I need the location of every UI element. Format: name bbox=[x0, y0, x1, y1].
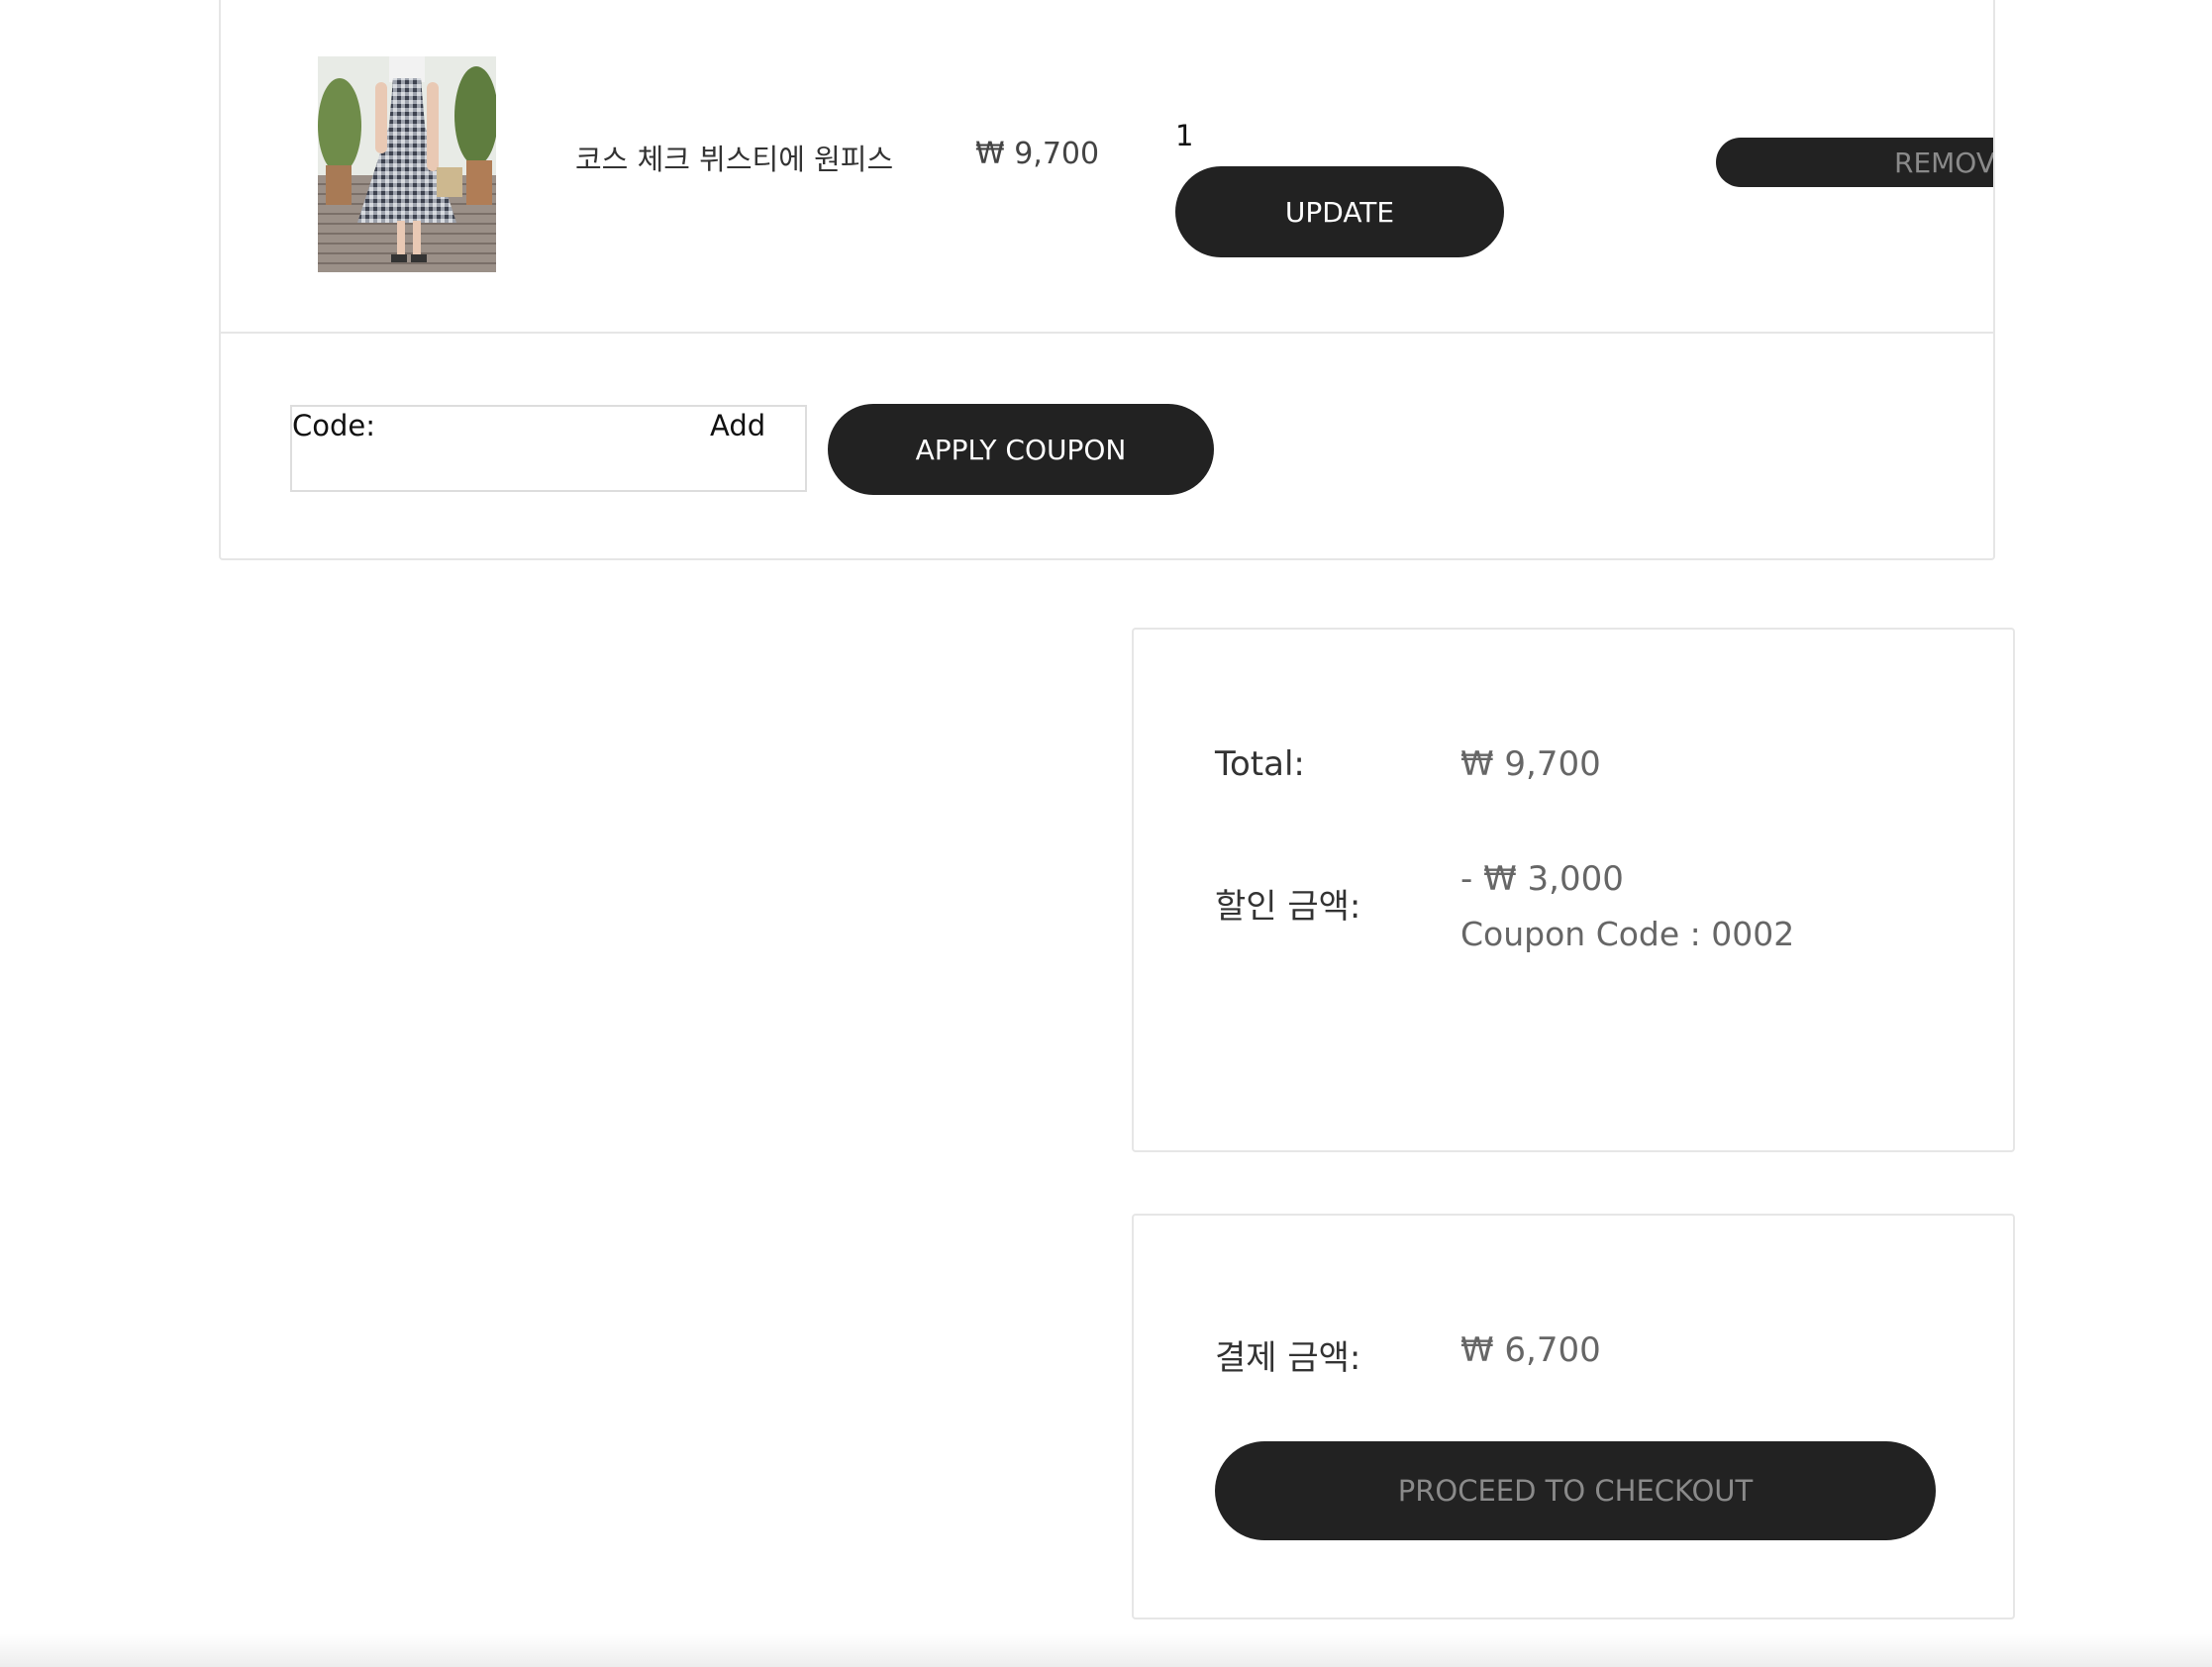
update-button[interactable]: UPDATE bbox=[1175, 166, 1504, 257]
total-value: ₩ 9,700 bbox=[1460, 744, 1601, 784]
total-label: Total: bbox=[1215, 744, 1305, 784]
remove-button[interactable]: REMOVE bbox=[1716, 138, 1995, 187]
quantity-value[interactable]: 1 bbox=[1175, 119, 1193, 152]
discount-value: - ₩ 3,000 bbox=[1460, 859, 1624, 899]
coupon-code-label: Code: bbox=[292, 409, 376, 442]
product-price: ₩ 9,700 bbox=[975, 137, 1100, 171]
applied-coupon-code: Coupon Code : 0002 bbox=[1460, 915, 1795, 953]
coupon-field[interactable]: Code: Add bbox=[290, 405, 807, 492]
cart-panel: 코스 체크 뷔스티에 원피스 ₩ 9,700 1 UPDATE REMOVE C… bbox=[219, 0, 1995, 560]
payment-amount-label: 결제 금액: bbox=[1215, 1338, 1361, 1378]
payment-amount-value: ₩ 6,700 bbox=[1460, 1330, 1601, 1370]
product-name[interactable]: 코스 체크 뷔스티에 원피스 bbox=[575, 137, 893, 178]
product-thumbnail[interactable] bbox=[318, 56, 496, 272]
apply-coupon-button[interactable]: APPLY COUPON bbox=[828, 404, 1214, 495]
coupon-code-input[interactable] bbox=[302, 450, 801, 488]
page-bottom-shadow bbox=[0, 1633, 2212, 1667]
payment-panel: 결제 금액: ₩ 6,700 PROCEED TO CHECKOUT bbox=[1132, 1214, 2015, 1619]
remove-button-label: REMOVE bbox=[1894, 146, 1995, 179]
order-summary-panel: Total: ₩ 9,700 할인 금액: - ₩ 3,000 Coupon C… bbox=[1132, 628, 2015, 1152]
proceed-to-checkout-button[interactable]: PROCEED TO CHECKOUT bbox=[1215, 1441, 1936, 1540]
coupon-add-label: Add bbox=[710, 409, 766, 442]
discount-label: 할인 금액: bbox=[1215, 887, 1361, 927]
dress-photo-icon bbox=[318, 56, 496, 272]
cart-page: 코스 체크 뷔스티에 원피스 ₩ 9,700 1 UPDATE REMOVE C… bbox=[0, 0, 2212, 1667]
cart-item-row: 코스 체크 뷔스티에 원피스 ₩ 9,700 1 UPDATE REMOVE bbox=[221, 0, 1993, 334]
